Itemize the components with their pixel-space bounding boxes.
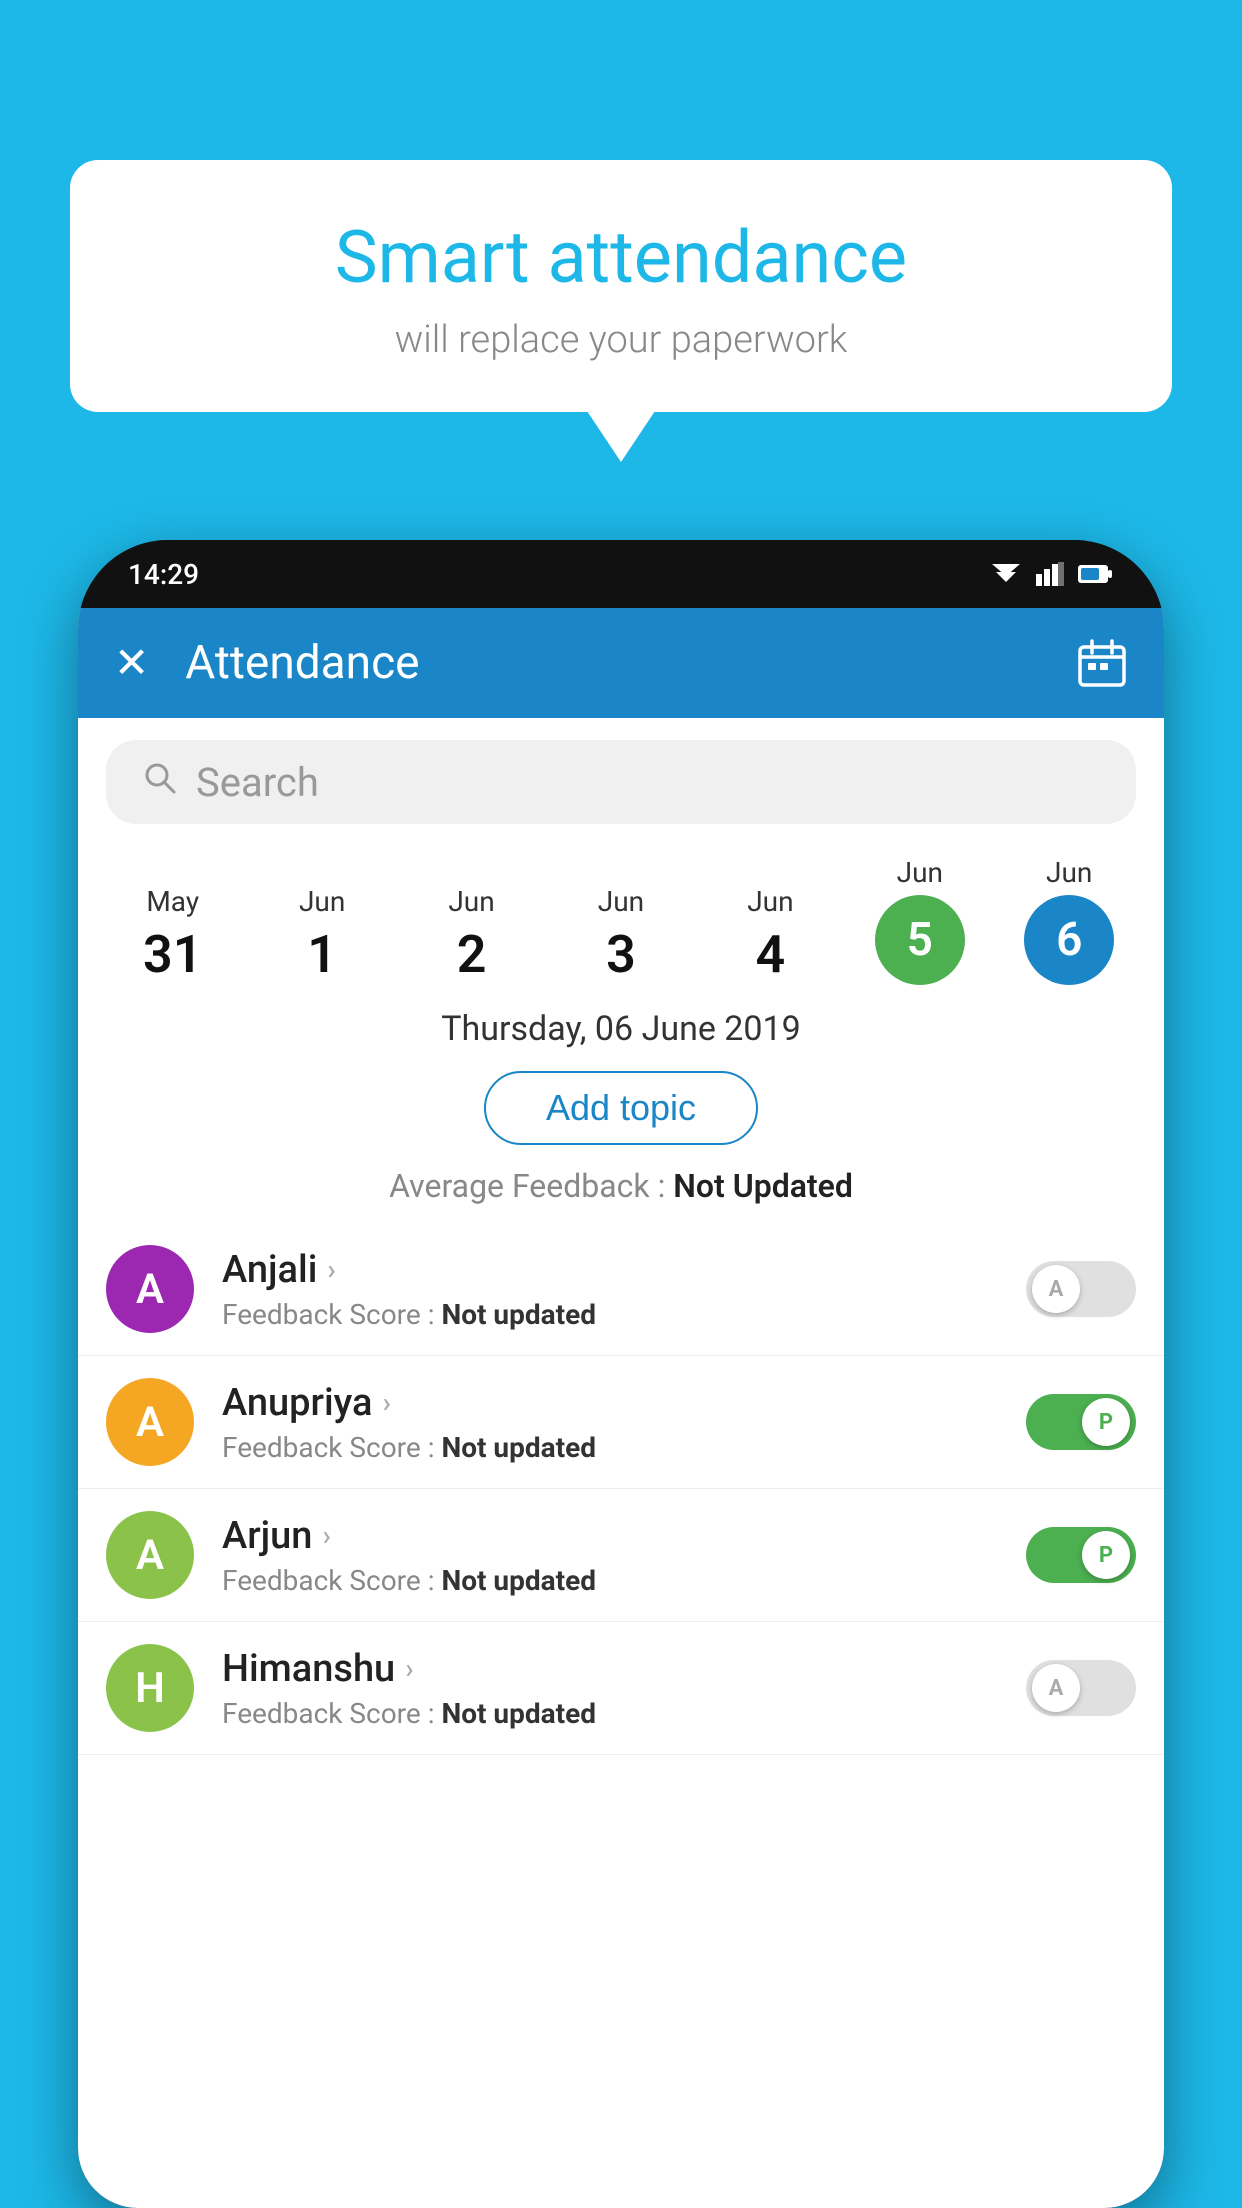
feedback-value: Not updated — [441, 1298, 596, 1331]
attendance-toggle[interactable]: P — [1026, 1394, 1136, 1450]
feedback-label: Feedback Score : — [222, 1564, 434, 1597]
date-cell-2[interactable]: Jun 2 — [412, 885, 532, 985]
date-number: 2 — [457, 924, 487, 985]
search-bar[interactable]: Search — [106, 740, 1136, 824]
avg-feedback-label: Average Feedback : — [389, 1167, 665, 1205]
date-number: 31 — [143, 924, 202, 985]
wifi-icon — [990, 562, 1022, 586]
attendance-toggle[interactable]: A — [1026, 1261, 1136, 1317]
feedback-value: Not updated — [441, 1431, 596, 1464]
chevron-right-icon: › — [382, 1386, 390, 1419]
calendar-icon[interactable] — [1076, 637, 1128, 689]
speech-bubble-title: Smart attendance — [130, 215, 1112, 300]
toggle-knob: A — [1032, 1265, 1080, 1313]
avatar: A — [106, 1245, 194, 1333]
date-cell-1[interactable]: Jun 1 — [262, 885, 382, 985]
date-row: May 31 Jun 1 Jun 2 Jun 3 Jun 4 Jun 5 Jun 6 — [78, 846, 1164, 985]
feedback-label: Feedback Score : — [222, 1298, 434, 1331]
signal-icon — [1036, 562, 1064, 586]
phone-frame: 14:29 ✕ Atten — [78, 540, 1164, 2208]
battery-icon — [1078, 563, 1114, 585]
date-number: 5 — [875, 895, 965, 985]
phone-notch — [561, 540, 681, 590]
attendance-toggle[interactable]: A — [1026, 1660, 1136, 1716]
student-name: Anjali › — [222, 1248, 1026, 1292]
feedback-label: Feedback Score : — [222, 1431, 434, 1464]
avg-feedback-value: Not Updated — [673, 1167, 853, 1205]
phone-screen: ✕ Attendance Search May — [78, 608, 1164, 2208]
chevron-right-icon: › — [322, 1519, 330, 1552]
date-cell-4[interactable]: Jun 4 — [710, 885, 830, 985]
student-item-2[interactable]: A Arjun › Feedback Score : Not updated P — [78, 1489, 1164, 1622]
close-button[interactable]: ✕ — [114, 638, 149, 688]
app-header: ✕ Attendance — [78, 608, 1164, 718]
date-month: Jun — [448, 885, 494, 918]
attendance-toggle[interactable]: P — [1026, 1527, 1136, 1583]
date-month: Jun — [897, 856, 943, 889]
student-item-1[interactable]: A Anupriya › Feedback Score : Not updated P — [78, 1356, 1164, 1489]
speech-bubble-subtitle: will replace your paperwork — [130, 318, 1112, 362]
add-topic-button[interactable]: Add topic — [484, 1071, 758, 1145]
student-feedback: Feedback Score : Not updated — [222, 1431, 1026, 1464]
student-name-text: Anjali — [222, 1248, 317, 1292]
student-list: AAnjali ›Feedback Score : Not updatedAAA… — [78, 1223, 1164, 1755]
status-icons — [990, 562, 1114, 586]
student-info: Arjun › Feedback Score : Not updated — [222, 1514, 1026, 1597]
student-name-text: Himanshu — [222, 1647, 395, 1691]
student-name: Arjun › — [222, 1514, 1026, 1558]
average-feedback: Average Feedback : Not Updated — [78, 1167, 1164, 1205]
feedback-value: Not updated — [441, 1697, 596, 1730]
date-month: Jun — [1046, 856, 1092, 889]
search-icon — [142, 760, 178, 805]
student-item-0[interactable]: AAnjali ›Feedback Score : Not updatedA — [78, 1223, 1164, 1356]
toggle-knob: P — [1082, 1531, 1130, 1579]
date-number: 1 — [307, 924, 337, 985]
avatar: A — [106, 1378, 194, 1466]
student-info: Anjali › Feedback Score : Not updated — [222, 1248, 1026, 1331]
student-name: Himanshu › — [222, 1647, 1026, 1691]
chevron-right-icon: › — [405, 1652, 413, 1685]
date-number: 3 — [606, 924, 636, 985]
avatar: H — [106, 1644, 194, 1732]
student-item-3[interactable]: HHimanshu ›Feedback Score : Not updatedA — [78, 1622, 1164, 1755]
chevron-right-icon: › — [327, 1253, 335, 1286]
feedback-value: Not updated — [441, 1564, 596, 1597]
date-number: 4 — [756, 924, 786, 985]
date-number: 6 — [1024, 895, 1114, 985]
date-month: Jun — [598, 885, 644, 918]
date-month: Jun — [747, 885, 793, 918]
date-cell-5[interactable]: Jun 5 — [860, 856, 980, 985]
student-name-text: Anupriya — [222, 1381, 372, 1425]
date-month: Jun — [299, 885, 345, 918]
date-cell-3[interactable]: Jun 3 — [561, 885, 681, 985]
app-title: Attendance — [185, 636, 1076, 690]
search-placeholder: Search — [196, 759, 319, 806]
phone-time: 14:29 — [128, 558, 199, 591]
student-name-text: Arjun — [222, 1514, 312, 1558]
student-info: Himanshu › Feedback Score : Not updated — [222, 1647, 1026, 1730]
date-cell-0[interactable]: May 31 — [113, 885, 233, 985]
feedback-label: Feedback Score : — [222, 1697, 434, 1730]
speech-bubble: Smart attendance will replace your paper… — [70, 160, 1172, 412]
student-name: Anupriya › — [222, 1381, 1026, 1425]
student-feedback: Feedback Score : Not updated — [222, 1298, 1026, 1331]
student-info: Anupriya › Feedback Score : Not updated — [222, 1381, 1026, 1464]
student-feedback: Feedback Score : Not updated — [222, 1697, 1026, 1730]
student-feedback: Feedback Score : Not updated — [222, 1564, 1026, 1597]
date-month: May — [146, 885, 199, 918]
date-cell-6[interactable]: Jun 6 — [1009, 856, 1129, 985]
avatar: A — [106, 1511, 194, 1599]
toggle-knob: P — [1082, 1398, 1130, 1446]
toggle-knob: A — [1032, 1664, 1080, 1712]
selected-date-label: Thursday, 06 June 2019 — [78, 1009, 1164, 1049]
